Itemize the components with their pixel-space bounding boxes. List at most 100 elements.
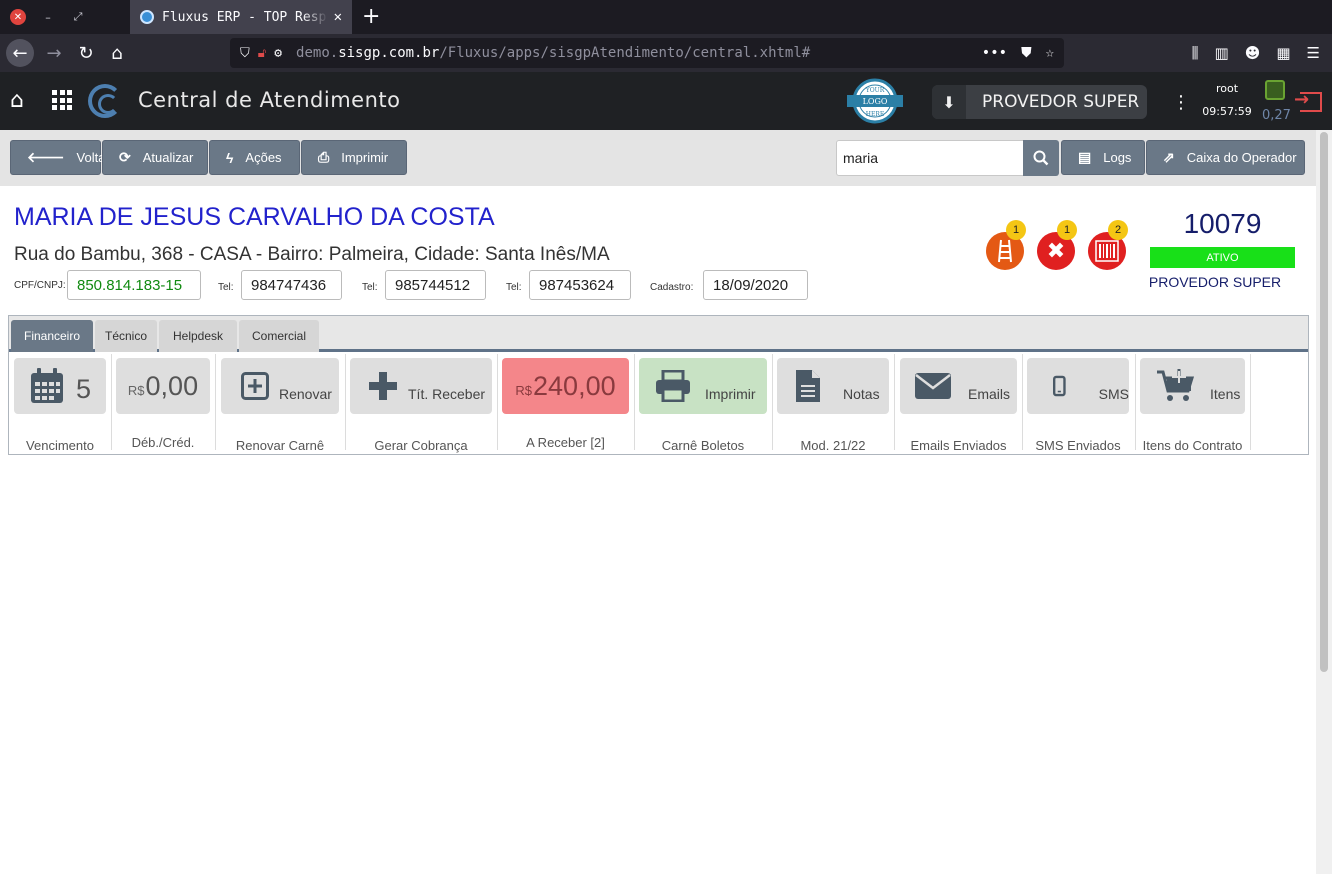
divider [894,354,895,450]
provider-button-label: PROVEDOR SUPER [982,92,1140,112]
emails-text: Emails [968,386,1011,402]
window-minimize-icon[interactable]: – [40,9,56,25]
new-tab-icon[interactable]: + [362,4,380,29]
cpu-chip-icon [1265,80,1285,100]
window-close-icon[interactable]: ✕ [10,9,26,25]
bookmark-star-icon[interactable]: ☆ [1046,45,1054,61]
divider [215,354,216,450]
pocket-icon[interactable]: ⛊ [1021,45,1032,61]
debit-value: 0,00 [145,370,199,401]
extension-icon[interactable]: ☻ [1245,44,1261,62]
favicon-icon [140,10,154,24]
print-button[interactable]: ⎙ Imprimir [301,140,407,175]
user-name: root [1215,82,1239,95]
logout-icon[interactable] [1294,89,1322,112]
window-controls: ✕ – ⤢ [0,9,130,25]
search-icon [1033,150,1049,166]
search-button[interactable] [1023,140,1059,176]
calendar-icon [31,368,63,403]
print-slips-label: Carnê Boletos [661,438,745,453]
renew-tile[interactable]: Renovar [221,358,339,414]
tab-comercial[interactable]: Comercial [239,320,319,352]
contract-items-text: Itens [1210,386,1241,402]
arrow-down-icon: ⬇ [932,85,966,119]
browser-tab-bar: ✕ – ⤢ Fluxus ERP - TOP Resp ✕ + [0,0,1332,34]
cpf-label: CPF/CNPJ: [14,280,66,291]
debit-credit-tile[interactable]: R$ 0,00 [116,358,210,414]
page-scrollbar[interactable] [1316,130,1332,874]
divider [1022,354,1023,450]
browser-nav-bar: ← → ↻ ⌂ ⛉ 🔓︎ ⚙ demo.sisgp.com.br/Fluxus/… [0,34,1332,72]
receivable-currency: R$ [515,382,533,398]
cart-plus-icon [1157,369,1194,401]
browser-tab-title: Fluxus ERP - TOP Resp [162,9,327,25]
sidebar-icon[interactable]: ▥ [1215,44,1229,62]
plus-icon [369,372,397,400]
debit-currency: R$ [127,382,145,398]
refresh-button[interactable]: ⟳ Atualizar [102,140,208,175]
app-home-icon[interactable]: ⌂ [10,88,24,113]
customer-id: 10079 [1183,208,1262,239]
tel-field-1: 984747436 [241,270,342,300]
document-icon [796,370,820,402]
printer-icon [656,370,690,402]
tel-field-2: 985744512 [385,270,486,300]
more-vertical-icon[interactable]: ⋮ [1172,92,1190,113]
actions-button[interactable]: ϟ Ações [209,140,300,175]
printer-icon: ⎙ [318,149,330,165]
barcode-badge: 2 [1108,220,1128,240]
debit-credit-label: Déb./Créd. [131,435,195,450]
company-logo: YOUR LOGO HERE [847,78,903,124]
tab-financeiro[interactable]: Financeiro [11,320,93,352]
extensions-grid-icon[interactable]: ▦ [1276,44,1290,62]
menu-hamburger-icon[interactable]: ☰ [1307,44,1320,62]
tel-label-1: Tel: [218,282,234,293]
search-input[interactable] [836,140,1024,176]
divider [1250,354,1251,450]
list-icon: ▤ [1078,149,1092,165]
back-button[interactable]: 🡐 Voltar [10,140,110,175]
browser-tab-active[interactable]: Fluxus ERP - TOP Resp ✕ [130,0,352,34]
tab-close-icon[interactable]: ✕ [334,9,342,25]
logo-line-3: HERE [866,111,885,118]
operator-cash-button[interactable]: ⇗ Caixa do Operador [1146,140,1305,175]
receivable-title-tile[interactable]: Tít. Receber [350,358,492,414]
customer-address: Rua do Bambu, 368 - CASA - Bairro: Palme… [14,244,610,265]
library-icon[interactable]: ⫼ [1192,44,1199,62]
back-arrow-icon[interactable]: ← [6,39,34,67]
tab-helpdesk[interactable]: Helpdesk [159,320,237,352]
print-slips-tile[interactable]: Imprimir [639,358,767,414]
divider [634,354,635,450]
due-day-tile[interactable]: 5 [14,358,106,414]
print-slips-text: Imprimir [705,386,756,402]
receivable-amount-tile[interactable]: R$ 240,00 [502,358,629,414]
tab-tecnico[interactable]: Técnico [95,320,157,352]
customer-name: MARIA DE JESUS CARVALHO DA COSTA [14,203,495,231]
url-bar[interactable]: ⛉ 🔓︎ ⚙ demo.sisgp.com.br/Fluxus/apps/sis… [230,38,1064,68]
notes-tile[interactable]: Notas [777,358,889,414]
register-date-field: 18/09/2020 [703,270,808,300]
forward-arrow-icon[interactable]: → [40,39,68,67]
provider-select-button[interactable]: ⬇ PROVEDOR SUPER [932,85,1147,119]
cpf-field: 850.814.183-15 [67,270,201,300]
insecure-lock-icon: 🔓︎ [257,45,267,61]
page-actions-icon[interactable]: ••• [982,45,1007,61]
refresh-icon: ⟳ [119,149,131,165]
scrollbar-thumb[interactable] [1320,132,1328,672]
logo-line-2: LOGO [863,97,888,106]
window-maximize-icon[interactable]: ⤢ [70,9,86,25]
logs-button[interactable]: ▤ Logs [1061,140,1145,175]
reload-icon[interactable]: ↻ [72,39,100,67]
contract-items-tile[interactable]: Itens [1140,358,1245,414]
url-text: demo.sisgp.com.br/Fluxus/apps/sisgpAtend… [296,45,811,61]
home-icon[interactable]: ⌂ [103,39,131,67]
divider [1135,354,1136,450]
divider [345,354,346,450]
tel-field-3: 987453624 [529,270,631,300]
sms-tile[interactable]: SMS [1027,358,1129,414]
bolt-icon: ϟ [226,149,234,166]
shield-icon: ⛉ [240,45,250,61]
sms-text: SMS [1098,386,1129,402]
emails-tile[interactable]: Emails [900,358,1017,414]
apps-grid-icon[interactable] [52,90,72,110]
